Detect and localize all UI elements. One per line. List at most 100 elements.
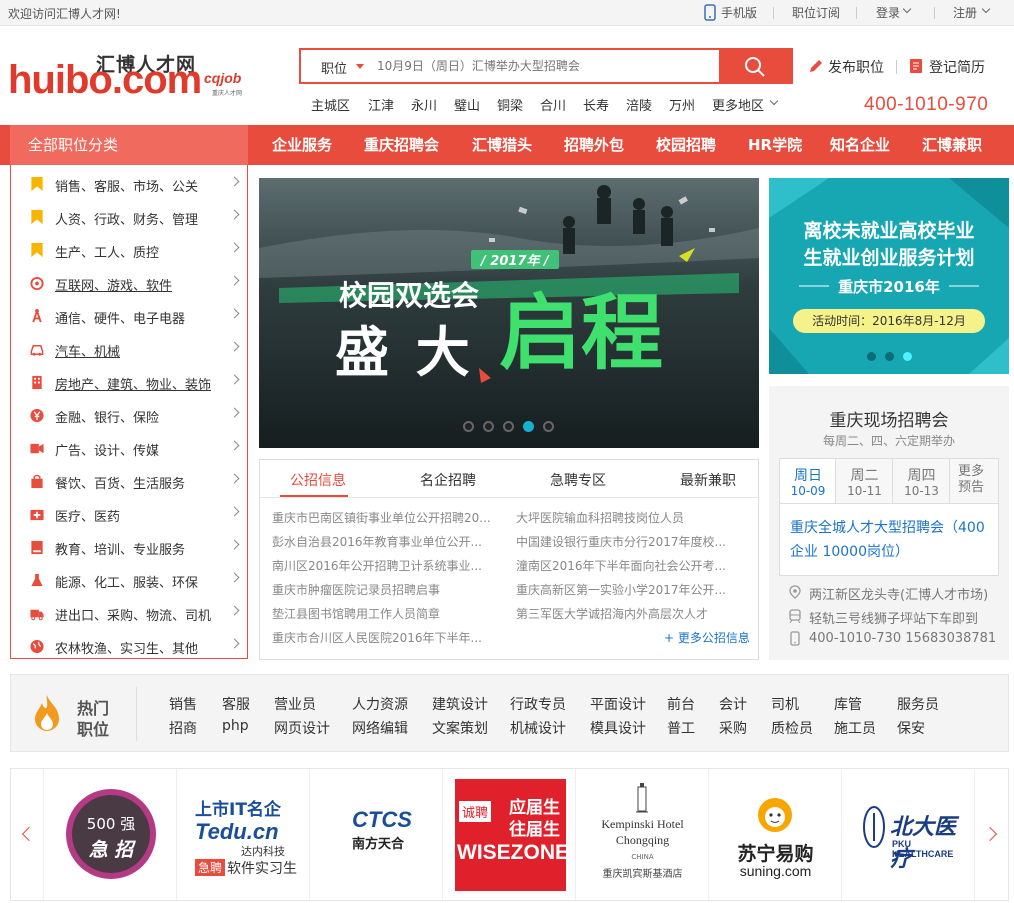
category-item[interactable]: 销售、客服、市场、公关 [11, 168, 249, 201]
register-resume-link[interactable]: 登记简历 [929, 57, 985, 77]
hot-job-link[interactable]: 建筑设计 [432, 694, 488, 714]
news-tab[interactable]: 急聘专区 [550, 470, 606, 490]
news-item[interactable]: 重庆高新区第一实验小学2017年公开... [516, 581, 746, 598]
news-item[interactable]: 垫江县图书馆聘用工作人员简章 [272, 605, 502, 622]
fair-day-tab-active[interactable]: 周日 10-09 [780, 459, 836, 503]
fair-day-tab[interactable]: 周二 10-11 [836, 459, 893, 503]
area-link[interactable]: 长寿 [583, 95, 609, 114]
area-link[interactable]: 合川 [540, 95, 566, 114]
main-banner[interactable]: / 2017年 / 校园双选会 盛 大 启程 [259, 178, 759, 448]
hot-job-link[interactable]: 文案策划 [432, 718, 488, 738]
job-subscribe-link[interactable]: 职位订阅 [792, 4, 840, 21]
category-item[interactable]: 教育、培训、专业服务 [11, 531, 249, 564]
category-item[interactable]: 房地产、建筑、物业、装饰 [11, 366, 249, 399]
post-job-link[interactable]: 发布职位 [828, 57, 884, 77]
category-item[interactable]: 汽车、机械 [11, 333, 249, 366]
nav-item[interactable]: 校园招聘 [656, 125, 716, 165]
hot-job-link[interactable]: 保安 [897, 718, 925, 738]
news-tab-active[interactable]: 公招信息 [290, 470, 346, 490]
partner-logo[interactable]: 苏宁易购 suning.com [709, 769, 842, 900]
carousel-dot-active[interactable] [523, 421, 534, 432]
graduate-employment-banner[interactable]: 离校未就业高校毕业 生就业创业服务计划 重庆市2016年 活动时间：2016年8… [769, 178, 1009, 374]
hot-job-link[interactable]: 会计 [719, 694, 747, 714]
category-item[interactable]: 金融、银行、保险 [11, 399, 249, 432]
carousel-dot[interactable] [463, 421, 474, 432]
nav-item[interactable]: 重庆招聘会 [364, 125, 439, 165]
nav-item[interactable]: HR学院 [748, 125, 802, 165]
news-tab[interactable]: 名企招聘 [420, 470, 476, 490]
category-item[interactable]: 通信、硬件、电子电器 [11, 300, 249, 333]
next-arrow-button[interactable] [975, 769, 1008, 900]
more-news-link[interactable]: + 更多公招信息 [664, 629, 750, 646]
hot-job-link[interactable]: 客服 [222, 694, 250, 714]
hot-job-link[interactable]: 人力资源 [352, 694, 408, 714]
nav-item[interactable]: 招聘外包 [564, 125, 624, 165]
hot-job-link[interactable]: 采购 [719, 718, 747, 738]
hot-job-link[interactable]: php [222, 718, 249, 734]
category-item[interactable]: 医疗、医药 [11, 498, 249, 531]
news-item[interactable]: 南川区2016年公开招聘卫计系统事业... [272, 557, 502, 574]
carousel-dot[interactable] [503, 421, 514, 432]
news-item[interactable]: 第三军医大学诚招海内外高层次人才 [516, 605, 746, 622]
partner-logo[interactable]: 诚聘 应届生 往届生 WISEZONE [443, 769, 576, 900]
area-link[interactable]: 永川 [411, 95, 437, 114]
area-link[interactable]: 璧山 [454, 95, 480, 114]
area-link[interactable]: 铜梁 [497, 95, 523, 114]
hot-job-link[interactable]: 服务员 [897, 694, 939, 714]
hot-job-link[interactable]: 销售 [169, 694, 197, 714]
hot-job-link[interactable]: 机械设计 [510, 718, 566, 738]
fair-more-preview[interactable]: 更多预告 [950, 459, 998, 503]
hot-job-link[interactable]: 施工员 [834, 718, 876, 738]
all-categories-button[interactable]: 全部职位分类 [10, 125, 248, 165]
partner-logo[interactable]: CTCS 南方天合 [310, 769, 443, 900]
search-button[interactable] [719, 50, 791, 82]
area-link[interactable]: 万州 [669, 95, 695, 114]
category-item[interactable]: 人资、行政、财务、管理 [11, 201, 249, 234]
nav-item[interactable]: 知名企业 [830, 125, 890, 165]
hot-job-link[interactable]: 模具设计 [590, 718, 646, 738]
category-item[interactable]: 农林牧渔、实习生、其他 [11, 630, 249, 663]
prev-arrow-button[interactable] [11, 769, 44, 900]
hot-job-link[interactable]: 网络编辑 [352, 718, 408, 738]
carousel-dot[interactable] [483, 421, 494, 432]
partner-logo[interactable]: Kempinski Hotel Chongqing CHINA 重庆凯宾斯基酒店 [576, 769, 709, 900]
carousel-dot[interactable] [885, 352, 894, 361]
hot-job-link[interactable]: 招商 [169, 718, 197, 738]
hot-job-link[interactable]: 行政专员 [510, 694, 566, 714]
fair-day-tab[interactable]: 周四 10-13 [893, 459, 950, 503]
category-item[interactable]: 互联网、游戏、软件 [11, 267, 249, 300]
site-logo[interactable]: 汇博人才网 huibo.com cqjob 重庆人才网 [8, 50, 268, 102]
nav-item[interactable]: 汇博猎头 [472, 125, 532, 165]
partner-logo[interactable]: 500 强 急 招 [44, 769, 177, 900]
more-areas-link[interactable]: 更多地区 [712, 95, 764, 114]
category-item[interactable]: 生产、工人、质控 [11, 234, 249, 267]
area-link[interactable]: 主城区 [311, 95, 350, 114]
mobile-link[interactable]: 手机版 [721, 4, 757, 21]
hot-job-link[interactable]: 质检员 [771, 718, 813, 738]
nav-item[interactable]: 汇博兼职 [922, 125, 982, 165]
news-item[interactable]: 重庆市巴南区镇街事业单位公开招聘20... [272, 509, 502, 526]
carousel-dot[interactable] [543, 421, 554, 432]
hot-job-link[interactable]: 前台 [667, 694, 695, 714]
category-item[interactable]: 能源、化工、服装、环保 [11, 564, 249, 597]
partner-logo[interactable]: 上市IT名企 Tedu.cn 达内科技 急聘 软件实习生 [177, 769, 310, 900]
carousel-dot[interactable] [867, 352, 876, 361]
area-link[interactable]: 江津 [368, 95, 394, 114]
news-item[interactable]: 潼南区2016年下半年面向社会公开考... [516, 557, 746, 574]
nav-item[interactable]: 企业服务 [272, 125, 332, 165]
hot-job-link[interactable]: 网页设计 [274, 718, 330, 738]
category-item[interactable]: 进出口、采购、物流、司机 [11, 597, 249, 630]
carousel-dot-active[interactable] [903, 352, 912, 361]
hot-job-link[interactable]: 营业员 [274, 694, 316, 714]
news-item[interactable]: 中国建设银行重庆市分行2017年度校... [516, 533, 746, 550]
search-input[interactable] [377, 55, 707, 77]
category-item[interactable]: 餐饮、百货、生活服务 [11, 465, 249, 498]
fair-event-link[interactable]: 重庆全城人才大型招聘会（400企业 10000岗位） [790, 516, 994, 564]
category-item[interactable]: 广告、设计、传媒 [11, 432, 249, 465]
hot-job-link[interactable]: 司机 [771, 694, 799, 714]
news-item[interactable]: 大坪医院输血科招聘技岗位人员 [516, 509, 746, 526]
news-item[interactable]: 彭水自治县2016年教育事业单位公开... [272, 533, 502, 550]
hot-job-link[interactable]: 库管 [834, 694, 862, 714]
news-item[interactable]: 重庆市肿瘤医院记录员招聘启事 [272, 581, 502, 598]
login-link[interactable]: 登录 [876, 4, 900, 21]
